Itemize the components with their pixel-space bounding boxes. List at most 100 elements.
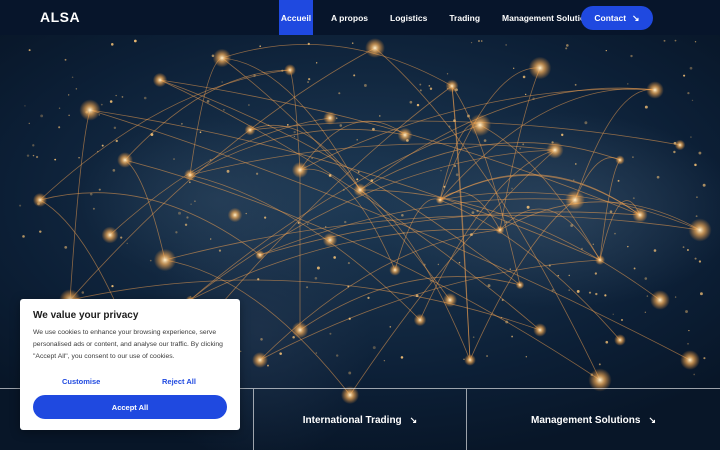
nav-item-accueil[interactable]: Accueil [279, 0, 313, 35]
city-light-speck [173, 158, 175, 160]
city-light-speck [223, 109, 225, 111]
city-light-dot [183, 168, 197, 182]
city-light-speck [308, 77, 311, 81]
city-light-dot [291, 161, 309, 179]
city-light-speck [644, 277, 648, 280]
contact-button[interactable]: Contact ↘ [581, 6, 653, 30]
city-light-speck [609, 210, 613, 214]
city-light-speck [604, 294, 607, 297]
city-light-dot [389, 264, 401, 276]
city-light-speck [551, 289, 554, 292]
network-arc [574, 89, 656, 201]
network-arc [349, 149, 556, 396]
city-light-dot [244, 124, 256, 136]
city-light-speck [367, 296, 370, 300]
city-light-speck [267, 364, 269, 367]
city-light-speck [428, 85, 431, 87]
nav-item-logistics[interactable]: Logistics [390, 0, 427, 35]
city-light-speck [448, 125, 451, 128]
customise-button[interactable]: Customise [62, 377, 100, 386]
city-light-dot [688, 218, 712, 242]
city-light-speck [353, 74, 356, 77]
city-light-speck [255, 172, 259, 175]
city-light-speck [509, 268, 511, 270]
city-light-speck [64, 245, 68, 249]
city-light-speck [401, 213, 404, 217]
city-light-speck [557, 274, 560, 277]
city-light-speck [519, 148, 521, 150]
city-light-speck [470, 42, 473, 44]
city-light-speck [595, 292, 598, 296]
city-light-speck [687, 92, 690, 95]
city-light-speck [178, 211, 182, 215]
city-light-speck [189, 295, 192, 298]
city-light-speck [688, 329, 690, 332]
cookie-banner-text: We use cookies to enhance your browsing … [33, 329, 223, 360]
city-light-speck [281, 69, 284, 72]
city-light-dot [227, 207, 243, 223]
link-management-solutions[interactable]: Management Solutions ↘ [466, 389, 720, 450]
city-light-speck [325, 226, 327, 228]
city-light-speck [194, 200, 196, 202]
nav-item-a-propos[interactable]: A propos [331, 0, 368, 35]
accept-all-button[interactable]: Accept All [33, 395, 227, 419]
network-arc [469, 199, 576, 361]
network-arc [69, 109, 91, 301]
city-light-speck [551, 141, 554, 144]
city-light-dot [515, 280, 525, 290]
city-light-speck [286, 124, 289, 126]
city-light-speck [133, 39, 137, 43]
city-light-speck [700, 292, 703, 296]
city-light-speck [329, 332, 332, 335]
city-light-dot [101, 226, 119, 244]
city-light-speck [532, 97, 535, 100]
city-light-speck [501, 298, 504, 302]
reject-all-button[interactable]: Reject All [162, 377, 196, 386]
site-header: ALSA Accueil A propos Logistics Trading … [0, 0, 720, 35]
city-light-speck [698, 151, 702, 155]
city-light-speck [694, 257, 697, 260]
city-light-speck [71, 76, 74, 79]
city-light-speck [75, 88, 78, 90]
city-light-speck [605, 340, 609, 344]
city-light-speck [409, 100, 413, 104]
city-light-speck [112, 169, 116, 172]
city-light-speck [698, 260, 702, 263]
city-light-speck [594, 272, 598, 275]
city-light-speck [315, 352, 318, 354]
city-light-speck [673, 150, 676, 154]
link-international-trading[interactable]: International Trading ↘ [253, 389, 466, 450]
network-arc [39, 192, 261, 256]
network-arc [359, 189, 471, 361]
city-light-dot [533, 323, 547, 337]
city-light-speck [632, 197, 635, 200]
city-light-speck [689, 66, 693, 70]
city-light-speck [175, 231, 178, 234]
city-light-speck [526, 205, 530, 209]
city-light-speck [314, 276, 318, 280]
city-light-speck [279, 352, 282, 355]
city-light-speck [100, 103, 103, 106]
city-light-dot [117, 152, 133, 168]
city-light-speck [97, 150, 99, 153]
city-light-speck [511, 335, 514, 338]
city-light-speck [463, 358, 465, 360]
city-light-speck [455, 173, 459, 177]
network-arc [599, 200, 641, 261]
city-light-speck [696, 196, 698, 198]
city-light-dot [79, 99, 101, 121]
city-light-speck [400, 356, 404, 359]
nav-item-trading[interactable]: Trading [449, 0, 480, 35]
city-light-speck [115, 94, 117, 97]
city-light-speck [111, 43, 114, 46]
city-light-speck [702, 183, 706, 187]
city-light-speck [437, 263, 440, 266]
city-light-speck [627, 245, 629, 248]
site-logo[interactable]: ALSA [40, 9, 80, 25]
city-light-speck [218, 249, 222, 252]
city-light-speck [403, 232, 405, 234]
city-light-speck [592, 243, 594, 245]
city-light-speck [186, 216, 189, 219]
city-light-speck [98, 188, 101, 191]
city-light-speck [342, 188, 345, 191]
